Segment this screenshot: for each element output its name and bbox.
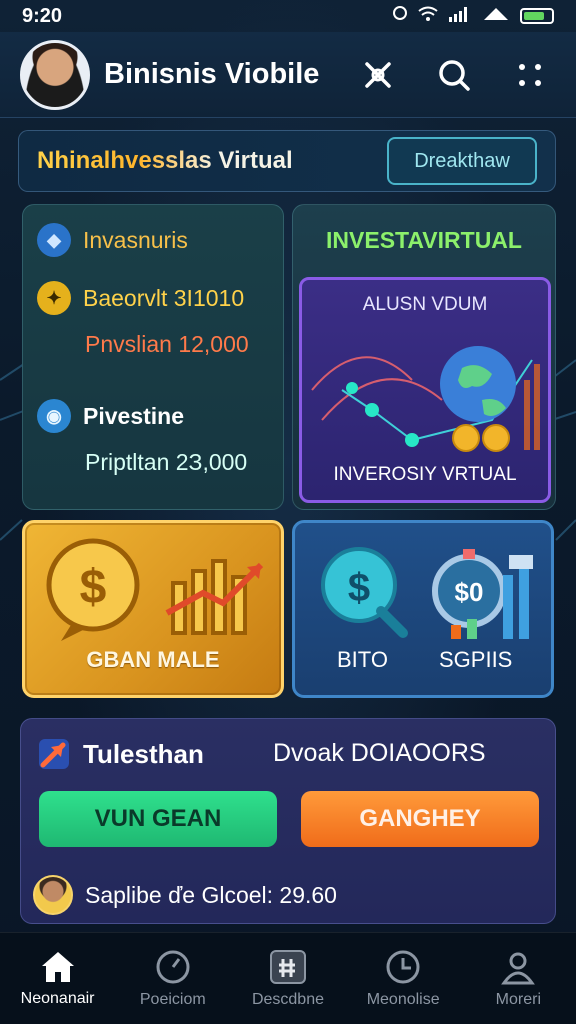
globe-network-illustration: [311, 346, 540, 452]
gear-icon: ✦: [37, 281, 71, 315]
app-header: Binisnis Viobile: [0, 32, 576, 118]
nav-label: Poeiciom: [139, 990, 206, 1008]
virtual-inner-top-text: ALUSN VDUM: [362, 294, 488, 315]
badge-icon: [269, 949, 306, 984]
coin-icon: ◉: [37, 399, 71, 433]
crossed-tools-icon: [365, 61, 391, 88]
header-actions: [358, 55, 550, 95]
virtual-inner-bottom-text: INVEROSIY VRTUAL: [333, 464, 517, 485]
footer-text: Saplibe ďe Glcoel: 29.60: [85, 881, 337, 908]
data-icon: [482, 5, 510, 28]
trading-card-footer: Saplibe ďe Glcoel: 29.60: [33, 875, 337, 915]
virtual-inner-panel: ALUSN VDUM INVEROSIY VRTUAL: [299, 277, 551, 503]
invest-virtual-card[interactable]: INVESTAVIRTUAL ALUSN VDUM INVEROSIY VRTU…: [292, 204, 556, 510]
nav-label: Descdbne: [251, 990, 324, 1008]
blue-card-label-right: SGPIIS: [439, 647, 513, 672]
green-action-button[interactable]: VUN GEAN: [39, 791, 277, 847]
trading-card-right-text: Dvoak DOIAOORS: [273, 739, 486, 767]
status-bar: 9:20: [0, 0, 576, 32]
stat-row: ◉ Pivestine: [37, 399, 184, 433]
stat-label: Pivestine: [83, 402, 184, 429]
investment-stats-card[interactable]: ◆ Invasnuris ✦ Baeorvlt 3I1010 Pnvslian …: [22, 204, 284, 510]
stat-row: ◆ Invasnuris: [37, 223, 188, 257]
banner-action-button[interactable]: Dreakthaw: [387, 137, 537, 185]
gold-card[interactable]: $ GBAN MALE: [22, 520, 284, 698]
svg-text:$: $: [80, 561, 107, 614]
trading-card: Tulesthan Dvoak DOIAOORS VUN GEAN GANGHE…: [20, 718, 556, 924]
more-button[interactable]: [510, 55, 550, 95]
gauge-icon: [156, 950, 190, 983]
stat-label: Baeorvlt 3I1010: [83, 284, 245, 311]
wifi-icon: [418, 5, 438, 28]
status-icons: [392, 4, 554, 28]
search-dollar-chart-illustration: $ $0: [321, 547, 533, 639]
nav-item-home[interactable]: Neonanair: [3, 950, 113, 1008]
gold-card-label: GBAN MALE: [86, 647, 220, 672]
search-button[interactable]: [434, 55, 474, 95]
clock-icon: [386, 950, 420, 983]
app-title: Binisnis Viobile: [104, 58, 320, 90]
bottom-navigation: Neonanair Poeiciom Descdbne Meonolise Mo…: [0, 932, 576, 1024]
stat-row: Priptltan 2З,000: [85, 449, 247, 476]
orange-action-button[interactable]: GANGHEY: [301, 791, 539, 847]
profile-avatar[interactable]: [20, 39, 90, 110]
nav-label: Meonolise: [366, 990, 440, 1008]
stat-row: Pnvslian 12,000: [85, 331, 249, 358]
home-icon: [41, 951, 74, 982]
crossed-tools-button[interactable]: [358, 55, 398, 95]
svg-text:$: $: [348, 566, 370, 610]
notification-icon: [392, 4, 408, 28]
blue-card[interactable]: $ $0 BITO SGPIIS: [292, 520, 554, 698]
stat-row: ✦ Baeorvlt 3I1010: [37, 281, 244, 315]
banner-title: Nhinalhvesslas Virtual: [37, 147, 293, 174]
promo-banner: Nhinalhvesslas Virtual Dreakthaw: [18, 130, 556, 192]
signal-icon: [448, 5, 472, 28]
nav-label: Moreri: [495, 990, 542, 1008]
nav-label: Neonanair: [20, 989, 95, 1007]
status-time: 9:20: [22, 4, 63, 27]
user-avatar: [33, 875, 73, 915]
virtual-card-title: INVESTAVIRTUAL: [326, 227, 522, 253]
dollar-growth-illustration: $: [46, 538, 264, 641]
stat-label: Pnvslian 12,000: [85, 331, 249, 357]
stat-label: Invasnuris: [83, 226, 188, 253]
battery-icon: [520, 8, 554, 24]
blue-card-label-left: BITO: [337, 647, 388, 672]
nav-item-badge[interactable]: Descdbne: [233, 949, 343, 1009]
search-icon: [439, 59, 470, 91]
stat-label: Priptltan 2З,000: [85, 449, 248, 475]
nav-item-gauge[interactable]: Poeiciom: [118, 949, 228, 1009]
diamond-icon: ◆: [37, 223, 71, 257]
trading-card-title: Tulesthan: [83, 739, 204, 769]
nav-item-user[interactable]: Moreri: [463, 949, 573, 1009]
user-icon: [501, 952, 536, 984]
nav-item-clock[interactable]: Meonolise: [348, 949, 458, 1009]
trend-arrow-icon: [39, 739, 69, 769]
more-icon: [519, 63, 541, 86]
svg-text:$0: $0: [455, 577, 484, 607]
